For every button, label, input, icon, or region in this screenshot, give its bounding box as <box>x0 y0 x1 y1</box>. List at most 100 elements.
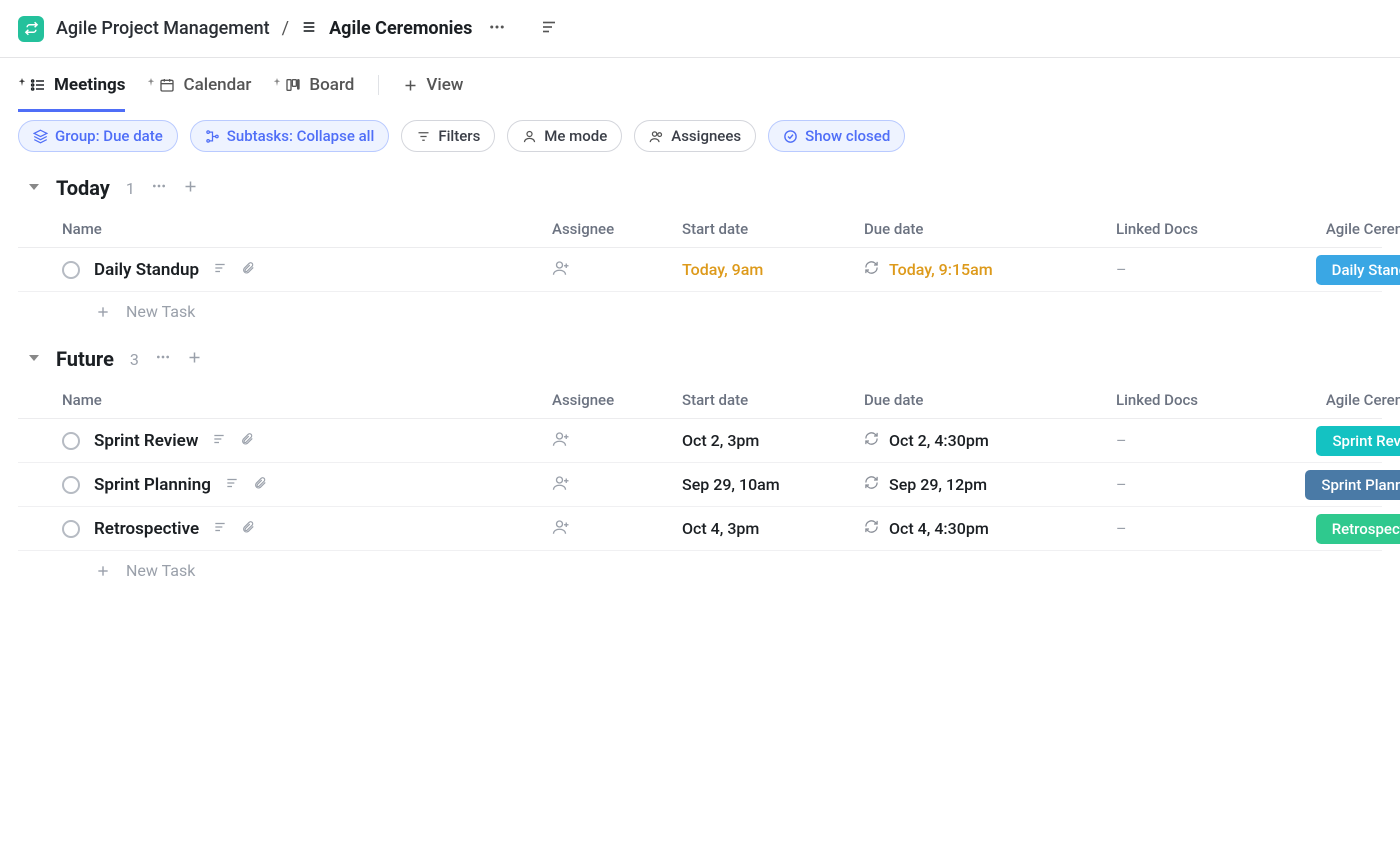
description-icon[interactable] <box>213 261 227 279</box>
description-icon[interactable] <box>213 520 227 538</box>
due-date-cell[interactable]: Sep 29, 12pm <box>864 475 1116 494</box>
attachment-icon[interactable] <box>241 261 255 279</box>
col-name[interactable]: Name <box>62 391 552 409</box>
workspace-icon <box>18 16 44 42</box>
col-due[interactable]: Due date <box>864 220 1116 238</box>
attachment-icon[interactable] <box>241 520 255 538</box>
assignee-cell[interactable] <box>552 259 682 281</box>
col-assignee[interactable]: Assignee <box>552 391 682 409</box>
col-start[interactable]: Start date <box>682 220 864 238</box>
start-date-cell[interactable]: Oct 4, 3pm <box>682 519 864 538</box>
group-more-icon[interactable] <box>151 178 167 198</box>
ceremony-badge[interactable]: Daily Standup <box>1316 255 1400 285</box>
ceremony-badge[interactable]: Retrospective <box>1316 514 1400 544</box>
group-title: Future <box>56 347 114 371</box>
col-name[interactable]: Name <box>62 220 552 238</box>
pill-filters-label: Filters <box>438 127 480 145</box>
col-start[interactable]: Start date <box>682 391 864 409</box>
breadcrumb-workspace[interactable]: Agile Project Management <box>56 18 270 39</box>
plus-icon[interactable] <box>187 349 202 370</box>
chevron-down-icon[interactable] <box>28 180 40 196</box>
breadcrumb-list[interactable]: Agile Ceremonies <box>329 18 472 39</box>
group-future: Future 3 Name Assignee Start date Due da… <box>0 343 1400 602</box>
table-header: Name Assignee Start date Due date Linked… <box>18 210 1382 248</box>
filter-pill-row: Group: Due date Subtasks: Collapse all F… <box>0 112 1400 172</box>
table-row[interactable]: Retrospective Oct 4, 3pm Oct 4, 4:30pm –… <box>18 507 1382 551</box>
group-count: 1 <box>126 179 135 198</box>
new-task-label: New Task <box>126 561 195 580</box>
due-date-cell[interactable]: Oct 4, 4:30pm <box>864 519 1116 538</box>
due-date-cell[interactable]: Today, 9:15am <box>864 260 1116 279</box>
view-tabs: Meetings Calendar Board View <box>0 58 1400 112</box>
tab-board[interactable]: Board <box>273 58 354 112</box>
pill-me-mode[interactable]: Me mode <box>507 120 622 152</box>
col-due[interactable]: Due date <box>864 391 1116 409</box>
group-more-icon[interactable] <box>155 349 171 369</box>
table-header: Name Assignee Start date Due date Linked… <box>18 381 1382 419</box>
pill-assignees-label: Assignees <box>671 127 741 145</box>
task-title[interactable]: Sprint Planning <box>94 475 211 495</box>
description-icon[interactable] <box>225 476 239 494</box>
group-title: Today <box>56 176 110 200</box>
start-date-cell[interactable]: Today, 9am <box>682 260 864 279</box>
pill-show-closed[interactable]: Show closed <box>768 120 905 152</box>
plus-icon[interactable] <box>183 178 198 199</box>
attachment-icon[interactable] <box>240 432 254 450</box>
group-count: 3 <box>130 350 139 369</box>
status-circle[interactable] <box>62 432 80 450</box>
col-linked[interactable]: Linked Docs <box>1116 220 1280 238</box>
col-ceremony[interactable]: Agile Ceremony <box>1280 391 1400 409</box>
tab-calendar[interactable]: Calendar <box>147 58 251 112</box>
col-ceremony[interactable]: Agile Ceremony <box>1280 220 1400 238</box>
pill-subtasks-label: Subtasks: Collapse all <box>227 127 375 145</box>
chevron-down-icon[interactable] <box>28 351 40 367</box>
new-task-button[interactable]: New Task <box>18 551 1382 590</box>
pill-group-by[interactable]: Group: Due date <box>18 120 178 152</box>
add-view-label: View <box>426 75 463 95</box>
attachment-icon[interactable] <box>253 476 267 494</box>
status-circle[interactable] <box>62 261 80 279</box>
table-row[interactable]: Daily Standup Today, 9am Today, 9:15am –… <box>18 248 1382 292</box>
tab-board-label: Board <box>309 75 354 95</box>
more-options-icon[interactable] <box>484 14 510 44</box>
task-title[interactable]: Sprint Review <box>94 431 198 451</box>
pill-filters[interactable]: Filters <box>401 120 495 152</box>
pill-assignees[interactable]: Assignees <box>634 120 756 152</box>
linked-docs-cell[interactable]: – <box>1116 475 1280 494</box>
new-task-label: New Task <box>126 302 195 321</box>
linked-docs-cell[interactable]: – <box>1116 519 1280 538</box>
assignee-cell[interactable] <box>552 518 682 540</box>
ceremony-badge[interactable]: Sprint Review <box>1316 426 1400 456</box>
start-date-cell[interactable]: Oct 2, 3pm <box>682 431 864 450</box>
linked-docs-cell[interactable]: – <box>1116 431 1280 450</box>
description-icon[interactable] <box>212 432 226 450</box>
table-row[interactable]: Sprint Planning Sep 29, 10am Sep 29, 12p… <box>18 463 1382 507</box>
pill-subtasks[interactable]: Subtasks: Collapse all <box>190 120 390 152</box>
start-date-cell[interactable]: Sep 29, 10am <box>682 475 864 494</box>
list-icon <box>301 19 317 39</box>
col-assignee[interactable]: Assignee <box>552 220 682 238</box>
pill-me-label: Me mode <box>544 127 607 145</box>
assignee-cell[interactable] <box>552 430 682 452</box>
assignee-cell[interactable] <box>552 474 682 496</box>
table-row[interactable]: Sprint Review Oct 2, 3pm Oct 2, 4:30pm –… <box>18 419 1382 463</box>
linked-docs-cell[interactable]: – <box>1116 260 1280 279</box>
ceremony-badge[interactable]: Sprint Planning <box>1305 470 1400 500</box>
status-circle[interactable] <box>62 476 80 494</box>
task-title[interactable]: Retrospective <box>94 519 199 539</box>
new-task-button[interactable]: New Task <box>18 292 1382 331</box>
col-linked[interactable]: Linked Docs <box>1116 391 1280 409</box>
group-header-future: Future 3 <box>18 343 1382 381</box>
tab-meetings[interactable]: Meetings <box>18 58 125 112</box>
pill-group-label: Group: Due date <box>55 127 163 145</box>
description-icon[interactable] <box>536 14 562 44</box>
pin-icon <box>18 71 26 91</box>
recurring-icon <box>864 475 879 494</box>
add-view-button[interactable]: View <box>403 75 463 95</box>
breadcrumb-separator: / <box>282 18 289 39</box>
recurring-icon <box>864 519 879 538</box>
task-title[interactable]: Daily Standup <box>94 260 199 280</box>
status-circle[interactable] <box>62 520 80 538</box>
group-header-today: Today 1 <box>18 172 1382 210</box>
due-date-cell[interactable]: Oct 2, 4:30pm <box>864 431 1116 450</box>
